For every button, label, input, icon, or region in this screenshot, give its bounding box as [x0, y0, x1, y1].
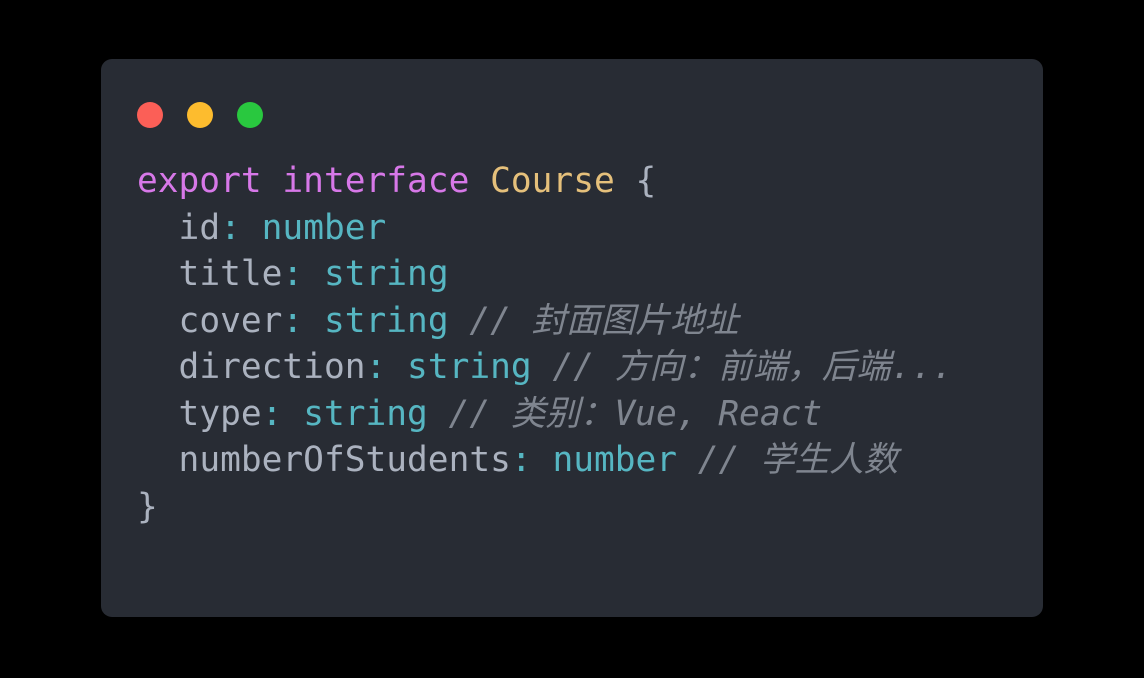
- code-token-property: direction: [178, 347, 366, 387]
- code-token-primitive_type: number: [261, 207, 387, 248]
- code-snippet-card: export interface Course { id: number tit…: [101, 59, 1043, 617]
- code-token-colon: :: [510, 440, 532, 480]
- code-token-primitive_type: string: [323, 300, 449, 341]
- code-token-property: numberOfStudents: [178, 440, 511, 480]
- code-token-property: id: [178, 207, 221, 248]
- code-line: numberOfStudents: number // 学生人数: [137, 437, 1033, 484]
- code-line: }: [137, 484, 1033, 531]
- code-token-comment: // 类别：Vue, React: [448, 393, 823, 434]
- code-line: export interface Course {: [137, 158, 1033, 205]
- code-token-primitive_type: number: [552, 440, 678, 480]
- code-line: direction: string // 方向：前端，后端...: [137, 344, 1033, 391]
- code-token-colon: :: [220, 207, 241, 248]
- code-token-comment: // 学生人数: [697, 440, 899, 480]
- code-token-punctuation: {: [635, 161, 657, 201]
- maximize-window-button[interactable]: [237, 102, 263, 128]
- code-token-punctuation: }: [137, 486, 158, 527]
- code-token-primitive_type: string: [303, 393, 428, 434]
- code-line: title: string: [137, 251, 1033, 298]
- code-line: cover: string // 封面图片地址: [137, 298, 1033, 345]
- code-block[interactable]: export interface Course { id: number tit…: [137, 158, 1033, 530]
- code-token-keyword: interface: [282, 161, 470, 201]
- code-token-type_name: Course: [490, 161, 615, 201]
- code-token-property: cover: [178, 300, 283, 341]
- code-token-primitive_type: string: [407, 347, 532, 387]
- code-token-comment: // 封面图片地址: [469, 300, 739, 341]
- code-token-primitive_type: string: [323, 254, 449, 294]
- code-token-colon: :: [282, 254, 304, 294]
- screenshot-root: export interface Course { id: number tit…: [0, 0, 1144, 678]
- code-token-comment: // 方向：前端，后端...: [552, 347, 954, 387]
- close-window-button[interactable]: [137, 102, 163, 128]
- code-token-keyword: export: [137, 161, 262, 201]
- code-token-property: type: [178, 393, 262, 434]
- code-token-colon: :: [282, 300, 304, 341]
- minimize-window-button[interactable]: [187, 102, 213, 128]
- code-line: id: number: [137, 205, 1033, 252]
- code-token-property: title: [178, 254, 283, 294]
- window-controls: [137, 102, 263, 128]
- code-token-colon: :: [365, 347, 387, 387]
- code-line: type: string // 类别：Vue, React: [137, 391, 1033, 438]
- code-token-colon: :: [261, 393, 283, 434]
